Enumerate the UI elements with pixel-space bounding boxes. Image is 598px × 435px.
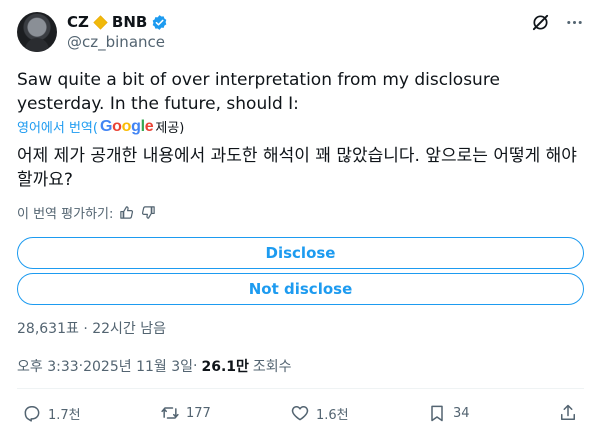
reply-count: 1.7천 bbox=[48, 407, 81, 423]
brand-badge-text[interactable]: BNB bbox=[112, 13, 147, 31]
thumbs-down-icon[interactable] bbox=[141, 205, 157, 221]
bnb-diamond-icon bbox=[93, 14, 108, 30]
verified-badge-icon[interactable] bbox=[151, 14, 168, 31]
translate-prefix: 영어에서 번역( bbox=[17, 121, 98, 136]
action-bar: 1.7천 177 1.6천 34 bbox=[17, 400, 584, 426]
rate-translation-label: 이 번역 평가하기: bbox=[17, 207, 114, 222]
like-count: 1.6천 bbox=[316, 407, 349, 423]
timestamp-row: 오후 3:33 · 2025년 11월 3일 · 26.1만 조회수 bbox=[17, 356, 292, 376]
author-names: CZ BNB @cz_binance bbox=[67, 12, 168, 52]
header-actions bbox=[530, 12, 584, 32]
grok-icon[interactable] bbox=[530, 12, 550, 32]
reply-button[interactable]: 1.7천 bbox=[22, 403, 81, 423]
name-row: CZ BNB bbox=[67, 12, 168, 32]
bookmark-icon bbox=[431, 405, 443, 422]
like-button[interactable]: 1.6천 bbox=[290, 403, 349, 423]
translate-suffix: 제공) bbox=[155, 121, 185, 136]
translation-attribution[interactable]: 영어에서 번역( Google 제공) bbox=[17, 117, 185, 137]
share-icon bbox=[561, 404, 575, 420]
bookmark-button[interactable]: 34 bbox=[427, 403, 470, 423]
heart-icon bbox=[291, 406, 309, 421]
rate-translation-row: 이 번역 평가하기: bbox=[17, 203, 157, 222]
google-logo: Google bbox=[99, 117, 154, 135]
tweet-date[interactable]: 2025년 11월 3일 bbox=[83, 356, 193, 376]
poll-time-left: 22시간 남음 bbox=[92, 321, 167, 337]
display-name[interactable]: CZ bbox=[67, 13, 89, 31]
retweet-count: 177 bbox=[186, 405, 211, 421]
retweet-button[interactable]: 177 bbox=[160, 403, 211, 423]
tweet-card: CZ BNB @cz_binance Saw quite a bit of ov… bbox=[0, 0, 598, 435]
avatar[interactable] bbox=[17, 12, 57, 52]
retweet-icon bbox=[161, 407, 179, 419]
views-count: 26.1만 bbox=[201, 359, 249, 375]
divider bbox=[17, 388, 584, 389]
thumbs-up-icon[interactable] bbox=[119, 205, 135, 221]
poll-separator: · bbox=[78, 321, 93, 337]
tweet-text: Saw quite a bit of over interpretation f… bbox=[17, 70, 500, 114]
user-handle[interactable]: @cz_binance bbox=[67, 32, 168, 52]
views-label: 조회수 bbox=[252, 359, 292, 375]
translated-text: 어제 제가 공개한 내용에서 과도한 해석이 꽤 많았습니다. 앞으로는 어떻게… bbox=[17, 146, 577, 190]
bookmark-count: 34 bbox=[453, 405, 470, 421]
poll-option-disclose[interactable]: Disclose bbox=[17, 237, 584, 269]
more-options-icon[interactable] bbox=[564, 12, 584, 32]
tweet-time[interactable]: 오후 3:33 bbox=[17, 356, 79, 376]
tweet-header: CZ BNB @cz_binance bbox=[17, 10, 584, 54]
share-button[interactable] bbox=[558, 403, 578, 423]
poll-votes: 28,631표 bbox=[17, 321, 79, 337]
poll-meta: 28,631표 · 22시간 남음 bbox=[17, 318, 166, 338]
reply-icon bbox=[24, 406, 40, 422]
meta-separator-2: · bbox=[193, 358, 198, 374]
poll-option-not-disclose[interactable]: Not disclose bbox=[17, 273, 584, 305]
